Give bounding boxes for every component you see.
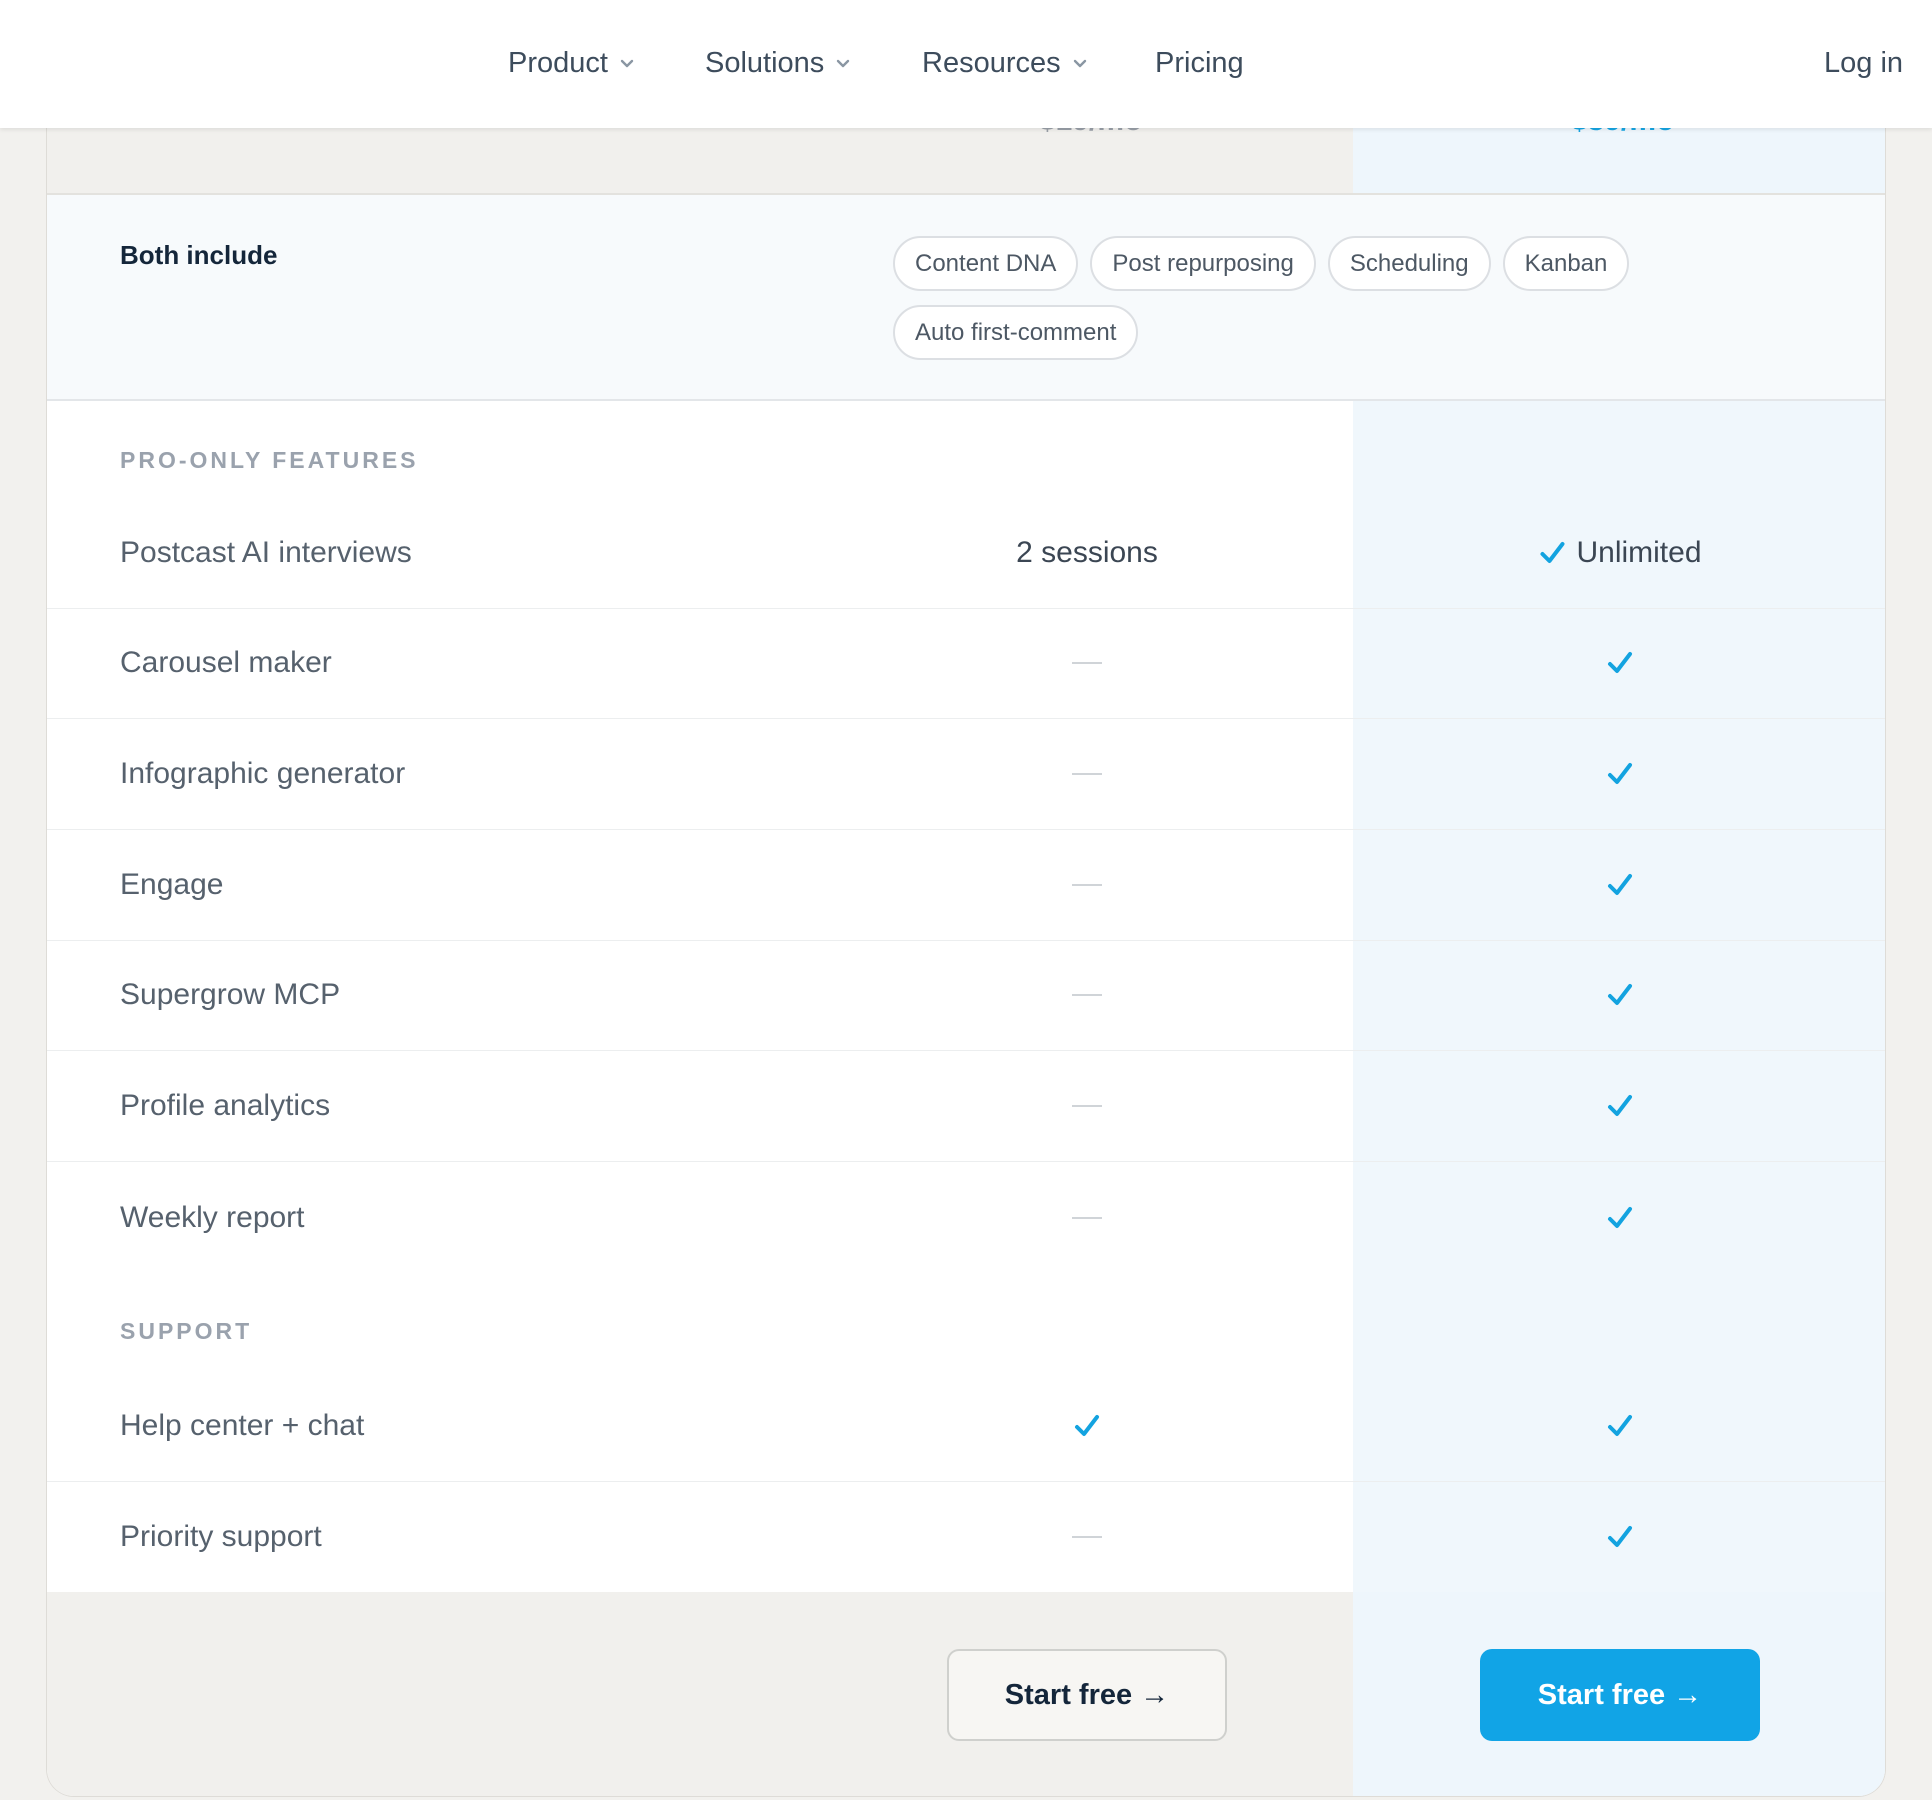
pro-cell [1606, 1413, 1634, 1439]
not-included-dash [1072, 994, 1102, 996]
feature-chip: Content DNA [893, 236, 1079, 291]
feature-row: Postcast AI interviews 2 sessions Unlimite… [47, 498, 1885, 609]
starter-cell [1072, 773, 1102, 775]
chevron-down-icon [1073, 59, 1086, 67]
starter-cell [1072, 662, 1102, 664]
nav-pricing-label: Pricing [1155, 47, 1244, 79]
nav-solutions[interactable]: Solutions [705, 47, 850, 80]
starter-start-free-button[interactable]: Start free → [947, 1649, 1227, 1741]
starter-cell [1072, 1216, 1102, 1219]
feature-name: Supergrow MCP [120, 978, 341, 1011]
nav-pricing[interactable]: Pricing [1155, 47, 1244, 80]
pro-cell [1606, 872, 1634, 898]
pro-cell [1606, 650, 1634, 676]
pro-cell [1606, 982, 1634, 1008]
feature-row: Profile analytics [47, 1051, 1885, 1162]
feature-name: Profile analytics [120, 1089, 331, 1122]
pro-start-free-button[interactable]: Start free → [1480, 1649, 1760, 1741]
feature-row: Supergrow MCP [47, 940, 1885, 1051]
starter-cell [1072, 884, 1102, 886]
login-link[interactable]: Log in [1824, 47, 1903, 80]
pro-cell [1606, 1205, 1634, 1231]
feature-name: Infographic generator [120, 757, 406, 790]
login-label: Log in [1824, 47, 1904, 79]
check-icon [1608, 1206, 1632, 1228]
feature-chip: Post repurposing [1090, 236, 1316, 291]
comparison-table: $19/mo $39/mo Both include Content DNA P… [46, 0, 1886, 1797]
feature-row: Infographic generator [47, 719, 1885, 830]
feature-name: Help center + chat [120, 1409, 365, 1442]
chevron-down-icon [837, 59, 850, 67]
check-icon [1608, 1525, 1632, 1547]
feature-name: Weekly report [120, 1200, 305, 1234]
pro-cell [1606, 1093, 1634, 1119]
pro-cell [1606, 1524, 1634, 1550]
feature-row: Help center + chat [47, 1371, 1885, 1482]
pro-cell: Unlimited [1538, 536, 1702, 570]
starter-cell [1072, 1535, 1102, 1538]
check-icon [1075, 1415, 1099, 1436]
top-navigation: Product Solutions Resources Pricing Log … [0, 0, 1932, 128]
feature-chip: Kanban [1502, 236, 1630, 291]
not-included-dash [1072, 662, 1102, 664]
feature-name: Priority support [120, 1519, 322, 1553]
not-included-dash [1072, 884, 1102, 886]
not-included-dash [1072, 1105, 1102, 1107]
cta-row: Start free → Start free → [47, 1592, 1885, 1796]
starter-cell [1072, 994, 1102, 996]
check-icon [1608, 1415, 1632, 1436]
check-icon [1608, 874, 1632, 895]
check-icon [1608, 763, 1632, 784]
shared-features-chips: Content DNA Post repurposing Scheduling … [893, 236, 1713, 360]
not-included-dash [1072, 1535, 1102, 1538]
feature-name: Postcast AI interviews [120, 536, 412, 569]
check-icon [1608, 652, 1632, 673]
both-include-section: Both include Content DNA Post repurposin… [47, 195, 1885, 401]
nav-product[interactable]: Product [508, 47, 634, 80]
chevron-down-icon [620, 59, 634, 67]
pro-cell [1606, 761, 1634, 787]
nav-product-label: Product [508, 47, 608, 79]
check-icon [1608, 984, 1632, 1005]
starter-cell: 2 sessions [1016, 536, 1158, 570]
check-icon [1540, 542, 1565, 563]
starter-cell [1073, 1413, 1101, 1439]
feature-row: Priority support [47, 1481, 1885, 1592]
both-include-label: Both include [120, 240, 278, 270]
feature-chip: Scheduling [1327, 236, 1491, 291]
not-included-dash [1072, 1216, 1102, 1219]
pro-only-heading: PRO-ONLY FEATURES [120, 447, 419, 473]
cell-value: Unlimited [1576, 536, 1702, 569]
feature-row: Carousel maker [47, 608, 1885, 719]
starter-cell [1072, 1105, 1102, 1107]
nav-resources[interactable]: Resources [922, 47, 1087, 80]
not-included-dash [1072, 773, 1102, 775]
feature-row: Weekly report [47, 1162, 1885, 1273]
feature-name: Engage [120, 868, 224, 901]
support-heading: SUPPORT [120, 1318, 253, 1344]
feature-name: Carousel maker [120, 646, 332, 679]
feature-chip: Auto first-comment [893, 305, 1139, 360]
feature-row: Engage [47, 830, 1885, 941]
nav-resources-label: Resources [922, 47, 1061, 79]
nav-solutions-label: Solutions [705, 47, 825, 79]
check-icon [1608, 1095, 1632, 1116]
cell-value: 2 sessions [1016, 536, 1158, 569]
